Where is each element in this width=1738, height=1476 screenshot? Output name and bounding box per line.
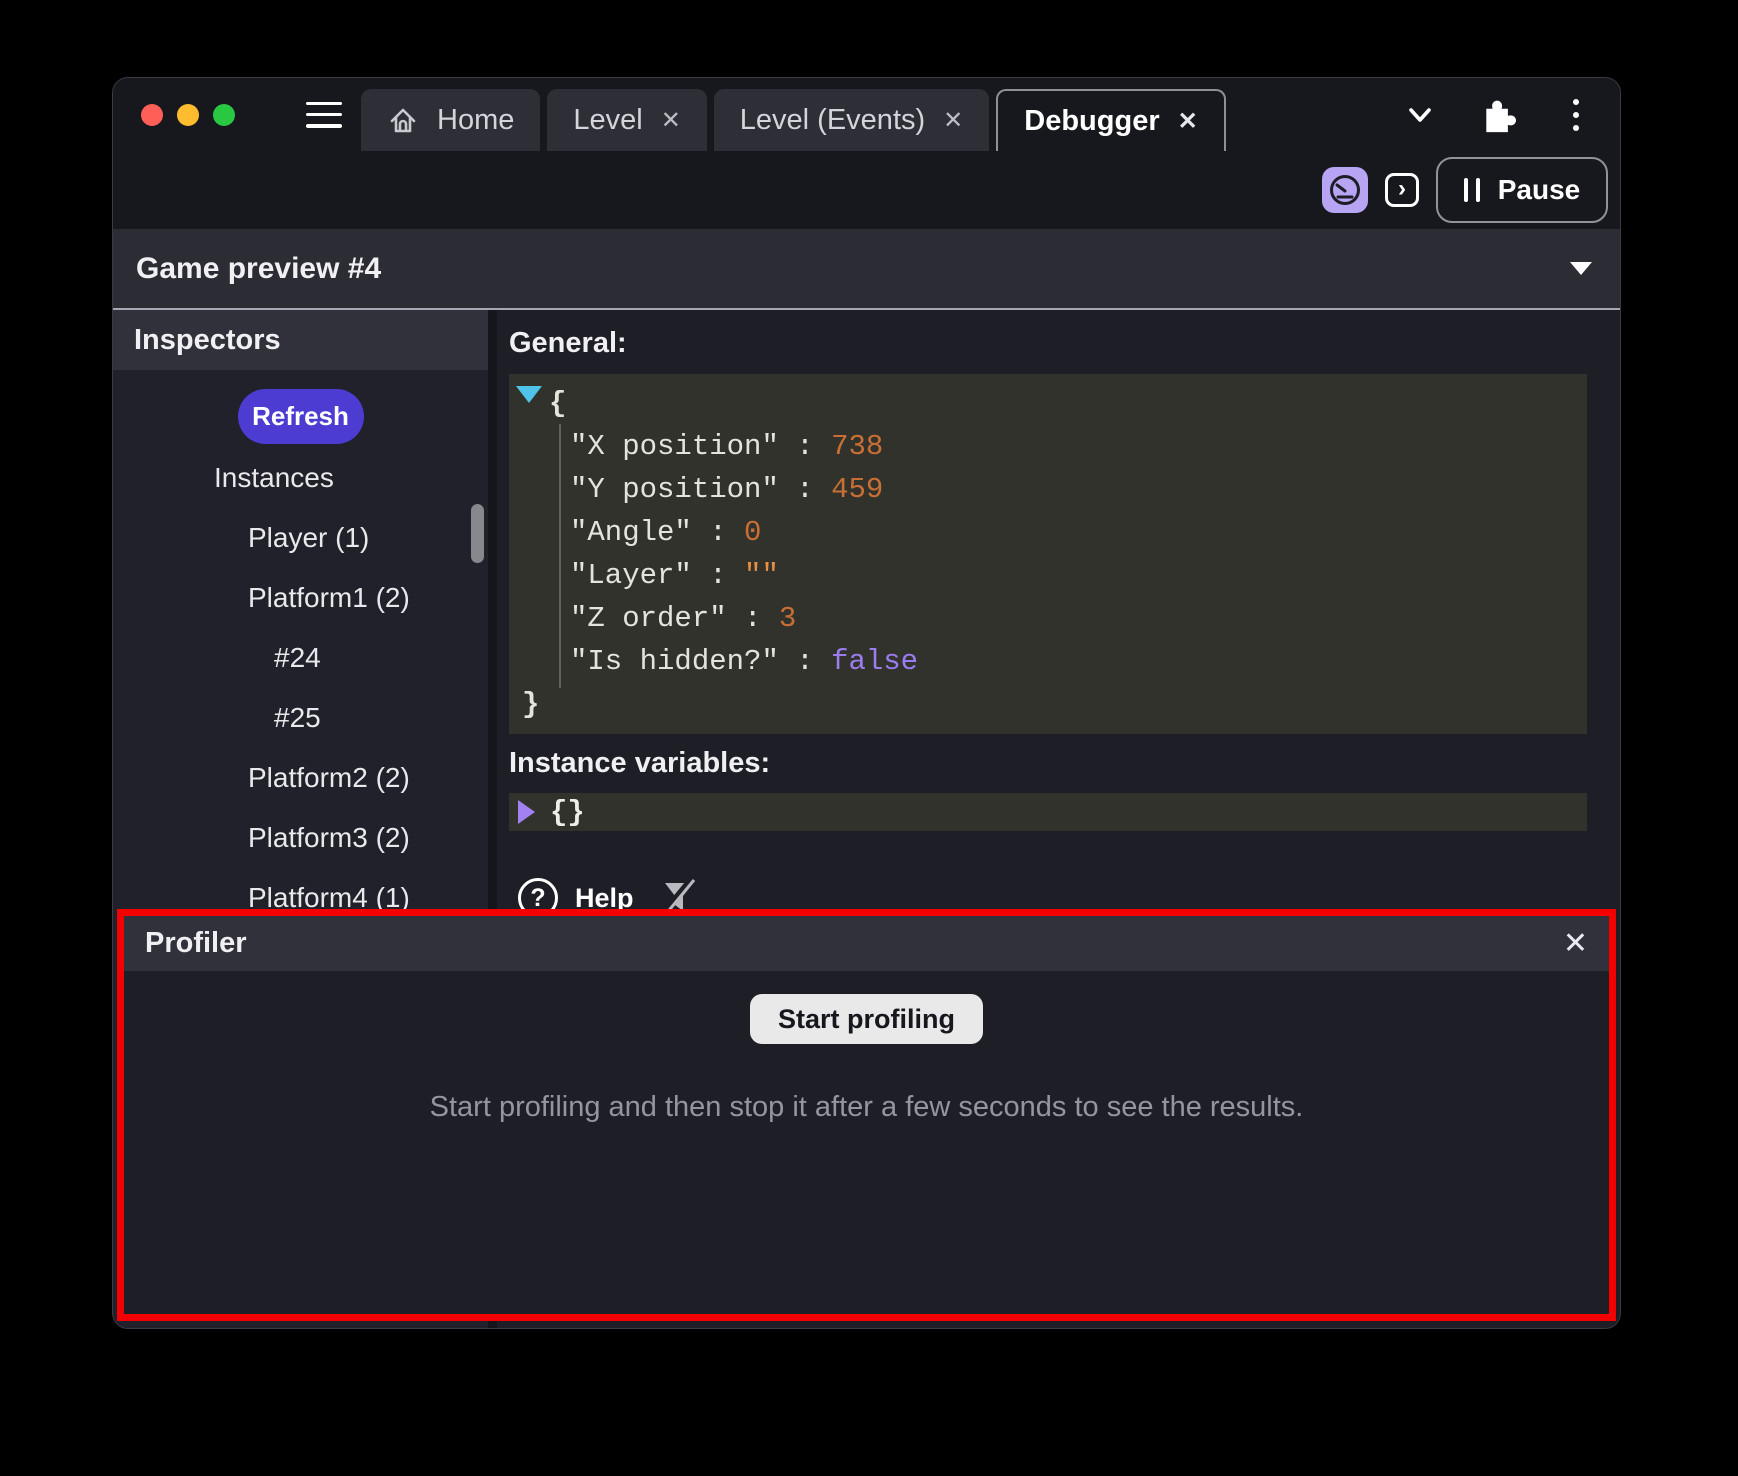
close-icon[interactable]: ✕ [1178,107,1198,136]
tab-level-events[interactable]: Level (Events) ✕ [714,89,989,151]
json-close-brace: } [509,683,1587,726]
json-property-row[interactable]: Is hidden? false [509,640,1587,683]
instance-variables-view: {} [509,793,1587,831]
property-key: X position [570,430,779,463]
home-icon [387,104,419,136]
chevron-down-icon[interactable] [1402,97,1438,133]
instances-tree: Instances Player (1) Platform1 (2) #24 #… [113,448,488,928]
tree-item-platform1[interactable]: Platform1 (2) [113,568,488,628]
tab-strip: Home Level ✕ Level (Events) ✕ Debugger ✕ [361,89,1226,151]
tree-item-player[interactable]: Player (1) [113,508,488,568]
tree-item-platform3[interactable]: Platform3 (2) [113,808,488,868]
tab-label: Debugger [1024,105,1159,138]
profiler-panel: Profiler ✕ Start profiling Start profili… [117,909,1616,1321]
general-json-view: { X position 738 Y position 459 Angle 0 Lay… [509,374,1587,734]
variables-value: {} [550,796,585,829]
property-value[interactable]: false [831,645,918,678]
collapse-chevron-icon[interactable] [1570,262,1592,275]
more-options-icon[interactable] [1558,97,1594,133]
separator [779,430,831,463]
title-bar: Home Level ✕ Level (Events) ✕ Debugger ✕ [113,78,1620,151]
collapsed-arrow-icon[interactable] [518,800,535,824]
indent-guide [559,424,561,688]
game-preview-title: Game preview #4 [136,252,381,286]
property-key: Y position [570,473,779,506]
tree-item-platform2[interactable]: Platform2 (2) [113,748,488,808]
tab-label: Level [573,104,642,137]
pause-icon [1464,178,1480,202]
property-key: Angle [570,516,692,549]
debugger-window: Home Level ✕ Level (Events) ✕ Debugger ✕ [112,77,1621,1329]
json-property-row[interactable]: Y position 459 [509,468,1587,511]
menu-icon[interactable] [306,102,342,128]
tree-item-instance-25[interactable]: #25 [113,688,488,748]
separator [779,473,831,506]
property-value[interactable]: 3 [779,602,796,635]
profiler-description: Start profiling and then stop it after a… [430,1091,1304,1124]
pause-button[interactable]: Pause [1436,157,1608,223]
profiler-title: Profiler [145,927,247,960]
debugger-toolbar: › Pause [113,151,1620,229]
profiler-body: Start profiling Start profiling and then… [124,971,1609,1314]
close-icon[interactable]: ✕ [943,106,963,135]
json-property-row[interactable]: Layer "" [509,554,1587,597]
property-key: Layer [570,559,692,592]
refresh-button[interactable]: Refresh [238,389,364,444]
tree-item-instances[interactable]: Instances [113,448,488,508]
separator [779,645,831,678]
property-key: Is hidden? [570,645,779,678]
property-key: Z order [570,602,727,635]
maximize-window-icon[interactable] [213,104,235,126]
tab-debugger[interactable]: Debugger ✕ [996,89,1225,151]
titlebar-actions [1402,97,1594,133]
separator [727,602,779,635]
separator [692,559,744,592]
sidebar-scrollbar[interactable] [471,504,484,563]
property-value[interactable]: 459 [831,473,883,506]
close-window-icon[interactable] [141,104,163,126]
general-label: General: [509,327,1587,360]
close-icon[interactable]: ✕ [1563,929,1588,959]
profiler-toggle-button[interactable] [1322,167,1368,213]
console-icon[interactable]: › [1385,173,1419,207]
property-value[interactable]: 0 [744,516,761,549]
json-property-row[interactable]: X position 738 [509,425,1587,468]
inspectors-header: Inspectors [113,310,488,370]
separator [692,516,744,549]
game-preview-bar[interactable]: Game preview #4 [113,229,1620,310]
instance-variables-label: Instance variables: [509,747,1587,780]
tab-label: Home [437,104,514,137]
traffic-lights [113,104,235,126]
tab-level[interactable]: Level ✕ [547,89,706,151]
json-property-row[interactable]: Angle 0 [509,511,1587,554]
close-icon[interactable]: ✕ [661,106,681,135]
minimize-window-icon[interactable] [177,104,199,126]
json-property-row[interactable]: Z order 3 [509,597,1587,640]
extensions-puzzle-icon[interactable] [1480,97,1516,133]
tab-label: Level (Events) [740,104,925,137]
tab-home[interactable]: Home [361,89,540,151]
pause-label: Pause [1498,174,1581,206]
start-profiling-button[interactable]: Start profiling [750,994,983,1044]
profiler-header: Profiler ✕ [124,916,1609,971]
json-open-brace: { [509,382,1587,425]
tree-item-instance-24[interactable]: #24 [113,628,488,688]
expand-arrow-icon[interactable] [516,386,542,403]
property-value[interactable]: 738 [831,430,883,463]
property-value[interactable]: "" [744,559,779,592]
